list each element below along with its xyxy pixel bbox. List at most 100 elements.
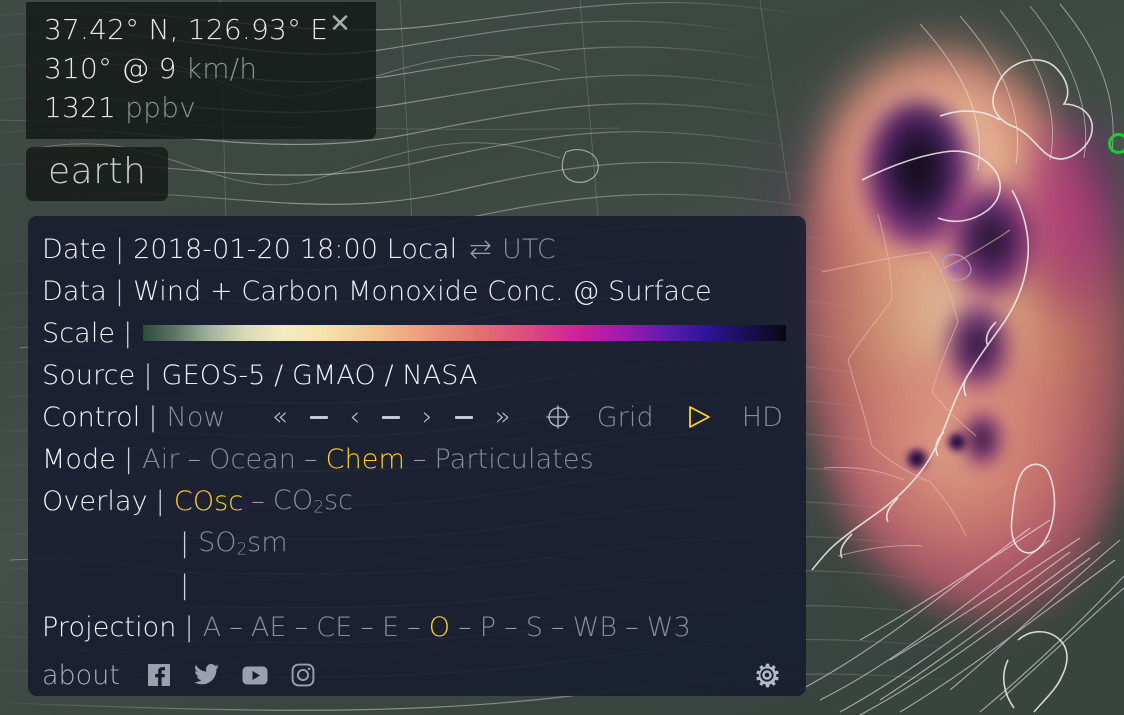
co-plume-north xyxy=(820,40,1060,280)
overlay-separator: | xyxy=(155,485,165,517)
overlay-row2-pipe: | xyxy=(180,527,190,559)
concentration-value: 1321 xyxy=(44,91,117,124)
projection-option-o[interactable]: O xyxy=(429,612,450,643)
facebook-icon[interactable] xyxy=(146,662,172,688)
mode-row: Mode | Air – Ocean – Chem – Particulates xyxy=(28,438,806,480)
data-value: Wind + Carbon Monoxide Conc. @ Surface xyxy=(133,275,712,307)
concentration-unit[interactable]: ppbv xyxy=(125,91,196,124)
data-row: Data | Wind + Carbon Monoxide Conc. @ Su… xyxy=(28,270,806,312)
source-separator: | xyxy=(143,359,153,391)
wind-value: 310° @ 9 xyxy=(44,52,177,85)
date-row: Date | 2018-01-20 18:00 Local ⇄ UTC xyxy=(28,228,806,270)
so2sm-suffix: sm xyxy=(247,527,288,559)
overlay-row3-pipe: | xyxy=(180,569,190,601)
control-forward-fast-button[interactable]: » xyxy=(495,402,511,432)
overlay-option-co2sc[interactable]: CO2sc xyxy=(273,485,353,517)
control-now-button[interactable]: Now xyxy=(167,402,226,433)
data-label: Data xyxy=(42,275,107,307)
projection-divider-2: – xyxy=(294,611,309,643)
source-value[interactable]: GEOS-5 / GMAO / NASA xyxy=(162,360,478,391)
projection-divider-4: – xyxy=(407,611,421,643)
co-hotspot-3 xyxy=(945,300,1011,390)
wind-unit[interactable]: km/h xyxy=(186,52,257,85)
mode-divider-2: – xyxy=(304,443,318,475)
control-step-back-button[interactable] xyxy=(382,415,401,419)
earth-logo-text: earth xyxy=(48,151,147,192)
data-separator: | xyxy=(114,275,125,307)
mode-option-particulates[interactable]: Particulates xyxy=(435,444,594,475)
utc-toggle[interactable]: UTC xyxy=(502,234,556,265)
hd-toggle-button[interactable]: HD xyxy=(742,402,783,433)
mode-label: Mode xyxy=(42,443,116,475)
co-plume-base xyxy=(762,39,1124,641)
menu-footer: about xyxy=(28,652,806,696)
co-hotspot-1 xyxy=(862,100,974,250)
projection-divider-6: – xyxy=(504,611,518,643)
overlay-option-cosc[interactable]: COsc xyxy=(174,486,243,517)
location-readout-panel: 37.42° N, 126.93° E 310° @ 9 km/h 1321 p… xyxy=(26,2,376,139)
scale-label: Scale xyxy=(42,317,116,349)
projection-option-s[interactable]: S xyxy=(526,612,543,643)
source-row: Source | GEOS-5 / GMAO / NASA xyxy=(28,354,806,396)
youtube-icon[interactable] xyxy=(242,662,268,688)
so2sm-base: SO xyxy=(198,527,237,559)
date-separator: | xyxy=(114,233,125,265)
control-separator: | xyxy=(148,401,158,433)
date-label: Date xyxy=(42,233,107,265)
co2sc-subscript: 2 xyxy=(313,496,324,517)
overlay-option-so2sm[interactable]: SO2sm xyxy=(198,527,287,559)
projection-separator: | xyxy=(184,611,194,643)
coordinates-value: 37.42° N, 126.93° E xyxy=(44,13,329,46)
scale-separator: | xyxy=(123,317,133,349)
projection-divider-3: – xyxy=(360,611,374,643)
co-point-source-1 xyxy=(906,448,928,470)
mode-option-air[interactable]: Air xyxy=(142,444,179,475)
projection-option-ae[interactable]: AE xyxy=(251,612,287,643)
projection-option-p[interactable]: P xyxy=(480,612,496,643)
control-back-button[interactable]: ‹ xyxy=(350,402,361,432)
control-step-forward-button[interactable] xyxy=(454,415,473,419)
mode-option-chem[interactable]: Chem xyxy=(326,444,405,475)
about-link[interactable]: about xyxy=(42,660,120,691)
projection-option-w3[interactable]: W3 xyxy=(647,612,691,643)
projection-label: Projection xyxy=(42,611,177,643)
co-plume-magenta xyxy=(1020,120,1124,320)
concentration-row: 1321 ppbv xyxy=(44,88,362,127)
control-back-fast-button[interactable]: « xyxy=(272,402,288,432)
projection-row: Projection | A – AE – CE – E – O – P – S… xyxy=(28,606,806,648)
overlay-row: Overlay | COsc – CO2sc xyxy=(28,480,806,522)
control-forward-button[interactable]: › xyxy=(422,402,433,432)
co2sc-suffix: sc xyxy=(323,485,354,517)
projection-option-a[interactable]: A xyxy=(203,612,222,643)
mode-divider-1: – xyxy=(187,443,202,475)
earth-logo-button[interactable]: earth xyxy=(26,147,169,201)
earth-nullschool-app: 37.42° N, 126.93° E 310° @ 9 km/h 1321 p… xyxy=(0,0,1124,715)
twitter-icon[interactable] xyxy=(194,662,220,688)
control-label: Control xyxy=(42,401,141,433)
mode-option-ocean[interactable]: Ocean xyxy=(209,444,296,475)
co-plume-south xyxy=(835,350,1095,600)
overlay-divider-1: – xyxy=(251,485,265,517)
gear-icon[interactable] xyxy=(754,662,780,688)
projection-option-e[interactable]: E xyxy=(382,612,399,643)
so2sm-subscript: 2 xyxy=(236,538,248,559)
play-icon[interactable] xyxy=(684,403,714,431)
overlay-label: Overlay xyxy=(42,485,148,517)
scale-row: Scale | xyxy=(28,312,806,354)
coordinates-row: 37.42° N, 126.93° E xyxy=(44,10,362,49)
projection-divider-8: – xyxy=(625,611,639,643)
instagram-icon[interactable] xyxy=(290,662,316,688)
color-scale-bar[interactable] xyxy=(143,325,787,341)
projection-option-ce[interactable]: CE xyxy=(316,612,352,643)
overlay-row-2: | SO2sm xyxy=(28,522,806,564)
crosshair-icon[interactable] xyxy=(545,404,571,430)
timezone-toggle-icon[interactable]: ⇄ xyxy=(469,234,492,265)
control-back-day-button[interactable] xyxy=(309,415,328,419)
close-icon[interactable]: ✕ xyxy=(328,11,352,37)
projection-divider-7: – xyxy=(550,611,565,643)
overlay-row-3: | xyxy=(28,564,806,606)
co-hotspot-2 xyxy=(946,180,1036,300)
grid-toggle-button[interactable]: Grid xyxy=(597,402,654,433)
green-location-marker[interactable] xyxy=(1108,133,1124,154)
projection-option-wb[interactable]: WB xyxy=(573,612,618,643)
